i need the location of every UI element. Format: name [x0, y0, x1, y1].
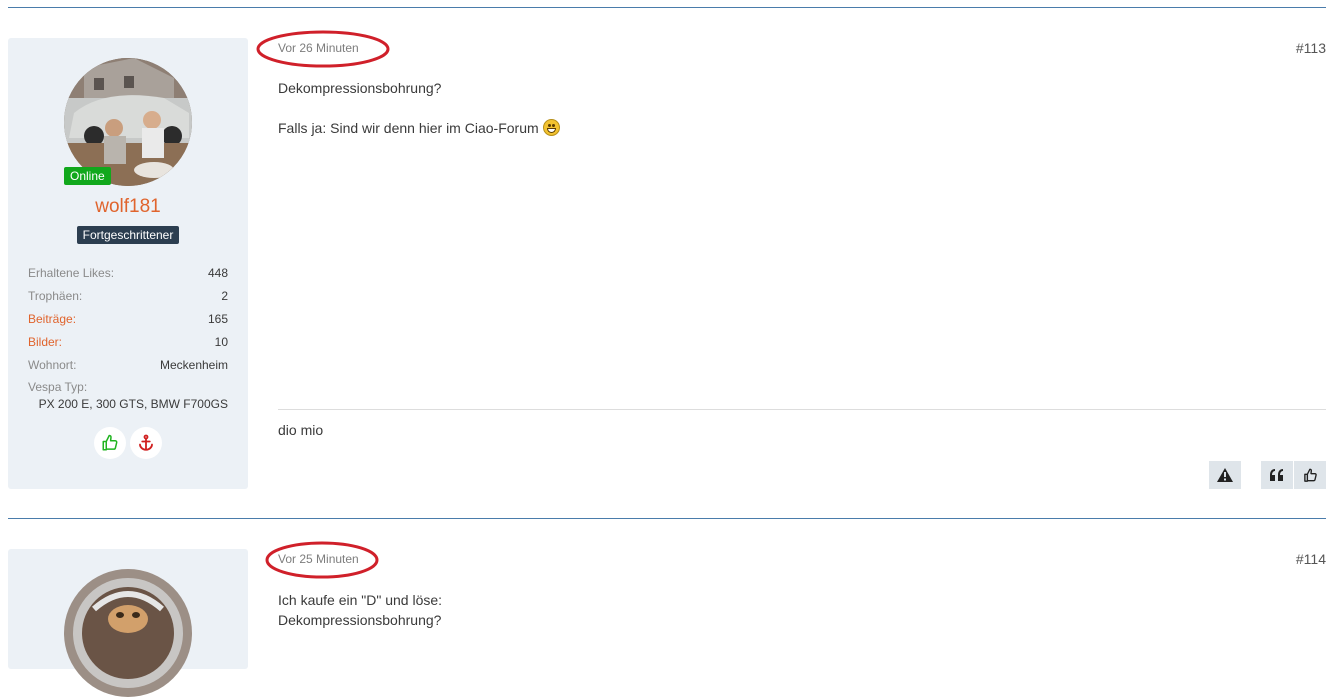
post-line: Ich kaufe ein "D" und löse: [278, 592, 443, 608]
post-time[interactable]: Vor 26 Minuten [278, 41, 359, 55]
user-trophy-icons [94, 427, 162, 459]
stat-likes: Erhaltene Likes: 448 [28, 264, 228, 287]
thumbs-up-icon[interactable] [94, 427, 126, 459]
post-number[interactable]: #114 [1296, 551, 1326, 567]
post-line: Dekompressionsbohrung? [278, 612, 442, 628]
post-divider [8, 7, 1326, 8]
stat-value: 2 [221, 289, 228, 303]
stat-posts: Beiträge: 165 [28, 310, 228, 333]
stat-location: Wohnort: Meckenheim [28, 356, 228, 379]
post-time[interactable]: Vor 25 Minuten [278, 552, 359, 566]
avatar[interactable] [64, 569, 192, 697]
like-icon [1303, 468, 1317, 482]
stat-label: Vespa Typ: [28, 380, 88, 394]
stat-value: 10 [214, 335, 228, 349]
report-button[interactable] [1209, 461, 1241, 489]
quote-button[interactable] [1261, 461, 1293, 489]
online-badge: Online [64, 167, 111, 185]
post-number[interactable]: #113 [1296, 40, 1326, 56]
stat-images: Bilder: 10 [28, 333, 228, 356]
anchor-icon[interactable] [130, 427, 162, 459]
stat-label: Trophäen: [28, 289, 83, 303]
stat-label: Wohnort: [28, 358, 77, 372]
post-content: Ich kaufe ein "D" und löse: Dekompressio… [278, 590, 442, 630]
user-sidebar [8, 549, 248, 697]
stat-value: 165 [207, 312, 228, 326]
user-sidebar: Online wolf181 Fortgeschrittener Erhalte… [8, 38, 248, 489]
like-button[interactable] [1294, 461, 1326, 489]
post-line-with-emoji: Falls ja: Sind wir denn hier im Ciao-For… [278, 118, 560, 138]
post-line: Dekompressionsbohrung? [278, 80, 442, 96]
stat-value: PX 200 E, 300 GTS, BMW F700GS [38, 397, 228, 411]
quote-icon [1270, 469, 1283, 481]
post-line: Falls ja: Sind wir denn hier im Ciao-For… [278, 120, 539, 136]
stat-label: Erhaltene Likes: [28, 266, 115, 280]
stat-value: Meckenheim [159, 358, 228, 372]
stat-label-link[interactable]: Bilder: [28, 333, 62, 356]
user-stats: Erhaltene Likes: 448 Trophäen: 2 Beiträg… [28, 264, 228, 413]
stat-value: 448 [207, 266, 228, 280]
username[interactable]: wolf181 [8, 196, 248, 218]
stat-trophies: Trophäen: 2 [28, 287, 228, 310]
signature: dio mio [278, 422, 324, 438]
warning-icon [1217, 468, 1233, 482]
rank-badge: Fortgeschrittener [76, 226, 180, 244]
stat-vespa-type: Vespa Typ: PX 200 E, 300 GTS, BMW F700GS [28, 379, 228, 413]
post-divider [8, 518, 1326, 519]
stat-label-link[interactable]: Beiträge: [28, 310, 76, 333]
grinning-emoji-icon [542, 119, 560, 136]
signature-divider [278, 409, 1326, 410]
post-content: Dekompressionsbohrung? Falls ja: Sind wi… [278, 78, 560, 138]
